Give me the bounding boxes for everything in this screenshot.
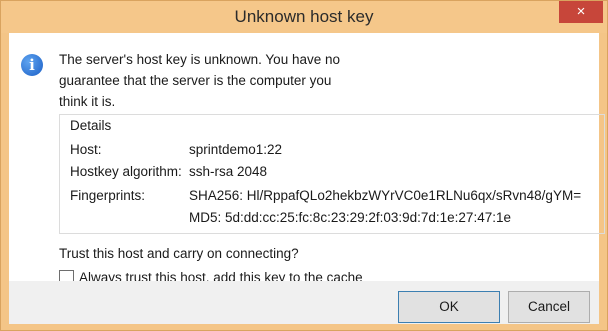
details-group: Details Host: sprintdemo1:22 Hostkey alg… [59,114,605,234]
info-icon: i [21,54,43,76]
close-icon[interactable]: × [559,1,603,23]
algorithm-value: ssh-rsa 2048 [189,164,268,179]
dialog-title: Unknown host key [234,7,374,26]
fingerprint-md5: MD5: 5d:dd:cc:25:fc:8c:23:29:2f:03:9d:7d… [189,210,511,225]
dialog-body: i The server's host key is unknown. You … [9,33,605,324]
trust-question: Trust this host and carry on connecting? [59,246,299,261]
algorithm-label: Hostkey algorithm: [70,164,182,179]
ok-button[interactable]: OK [398,291,500,323]
fingerprint-sha256: SHA256: Hl/RppafQLo2hekbzWYrVC0e1RLNu6qx… [189,188,582,203]
title-bar[interactable]: Unknown host key × [1,1,607,33]
warning-message: The server's host key is unknown. You ha… [59,52,340,109]
cancel-button[interactable]: Cancel [508,291,590,323]
host-value: sprintdemo1:22 [189,142,283,157]
details-legend: Details [68,118,114,133]
fingerprints-label: Fingerprints: [70,188,146,203]
unknown-host-key-dialog: Unknown host key × i The server's host k… [0,0,608,331]
host-label: Host: [70,142,102,157]
